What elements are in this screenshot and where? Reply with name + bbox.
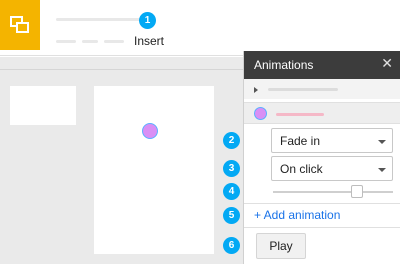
top-toolbar: Insert xyxy=(0,0,400,56)
step-badge-2: 2 xyxy=(223,132,240,149)
step-badge-5: 5 xyxy=(223,207,240,224)
menu-placeholder-3 xyxy=(104,40,124,43)
animation-row-placeholder xyxy=(268,88,338,91)
slide-thumbnail[interactable] xyxy=(10,86,76,125)
shape-icon xyxy=(254,107,267,120)
add-animation-link[interactable]: + Add animation xyxy=(254,208,340,222)
speed-slider-track[interactable] xyxy=(273,191,393,193)
editor-divider xyxy=(0,69,243,70)
animation-row-label-placeholder xyxy=(276,113,324,116)
close-icon[interactable]: ✕ xyxy=(381,55,393,72)
animation-row-collapsed[interactable] xyxy=(244,79,400,99)
trigger-dropdown-value: On click xyxy=(280,162,323,176)
step-badge-1: 1 xyxy=(139,12,156,29)
chevron-down-icon xyxy=(378,168,386,172)
caret-right-icon[interactable] xyxy=(254,87,258,93)
effect-dropdown-value: Fade in xyxy=(280,134,321,148)
trigger-dropdown[interactable]: On click xyxy=(271,156,393,181)
title-placeholder-line xyxy=(56,18,140,21)
selected-shape[interactable] xyxy=(142,123,158,139)
insert-menu[interactable]: Insert xyxy=(134,34,164,48)
effect-dropdown[interactable]: Fade in xyxy=(271,128,393,153)
animations-panel: Animations ✕ Fade in On click + Add anim… xyxy=(243,51,400,264)
panel-header: Animations ✕ xyxy=(244,51,400,79)
step-badge-4: 4 xyxy=(223,183,240,200)
step-badge-6: 6 xyxy=(223,237,240,254)
play-button[interactable]: Play xyxy=(256,233,306,259)
slide-canvas[interactable] xyxy=(94,86,214,254)
step-badge-3: 3 xyxy=(223,160,240,177)
divider xyxy=(244,227,400,228)
menu-placeholder-2 xyxy=(82,40,98,43)
panel-title: Animations xyxy=(254,58,314,72)
menu-placeholder-1 xyxy=(56,40,76,43)
slides-logo xyxy=(0,0,40,50)
animation-row-selected[interactable] xyxy=(244,102,400,124)
chevron-down-icon xyxy=(378,140,386,144)
slides-logo-icon xyxy=(10,16,29,33)
divider xyxy=(244,203,400,204)
speed-slider-handle[interactable] xyxy=(351,185,363,198)
